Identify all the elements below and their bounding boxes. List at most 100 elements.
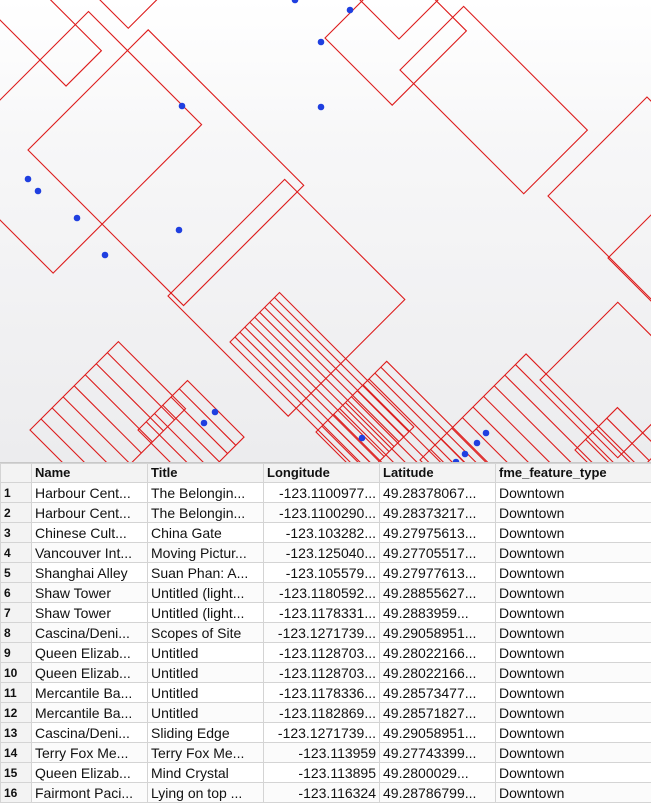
table-row[interactable]: 12Mercantile Ba...Untitled-123.1182869..… bbox=[1, 703, 651, 723]
title-cell[interactable]: Lying on top ... bbox=[148, 783, 264, 803]
column-header-rownum[interactable] bbox=[1, 464, 32, 483]
longitude-cell[interactable]: -123.1178336... bbox=[264, 683, 380, 703]
table-row[interactable]: 13Cascina/Deni...Sliding Edge-123.127173… bbox=[1, 723, 651, 743]
feature-type-cell[interactable]: Downtown bbox=[496, 643, 651, 663]
column-header-fme-feature-type[interactable]: fme_feature_type bbox=[496, 464, 651, 483]
name-cell[interactable]: Queen Elizab... bbox=[32, 643, 148, 663]
feature-type-cell[interactable]: Downtown bbox=[496, 763, 651, 783]
name-cell[interactable]: Vancouver Int... bbox=[32, 543, 148, 563]
latitude-cell[interactable]: 49.27743399... bbox=[380, 743, 496, 763]
row-number[interactable]: 13 bbox=[1, 723, 32, 743]
title-cell[interactable]: Terry Fox Me... bbox=[148, 743, 264, 763]
latitude-cell[interactable]: 49.2883959... bbox=[380, 603, 496, 623]
artwork-point[interactable] bbox=[35, 188, 42, 195]
row-number[interactable]: 2 bbox=[1, 503, 32, 523]
table-row[interactable]: 10Queen Elizab...Untitled-123.1128703...… bbox=[1, 663, 651, 683]
artwork-point[interactable] bbox=[102, 252, 109, 259]
title-cell[interactable]: Untitled bbox=[148, 663, 264, 683]
latitude-cell[interactable]: 49.28373217... bbox=[380, 503, 496, 523]
title-cell[interactable]: Mind Crystal bbox=[148, 763, 264, 783]
row-number[interactable]: 8 bbox=[1, 623, 32, 643]
feature-type-cell[interactable]: Downtown bbox=[496, 623, 651, 643]
title-cell[interactable]: Untitled (light... bbox=[148, 583, 264, 603]
name-cell[interactable]: Chinese Cult... bbox=[32, 523, 148, 543]
longitude-cell[interactable]: -123.103282... bbox=[264, 523, 380, 543]
name-cell[interactable]: Queen Elizab... bbox=[32, 763, 148, 783]
table-row[interactable]: 9Queen Elizab...Untitled-123.1128703...4… bbox=[1, 643, 651, 663]
artwork-point[interactable] bbox=[292, 0, 299, 3]
row-number[interactable]: 12 bbox=[1, 703, 32, 723]
artwork-point[interactable] bbox=[25, 176, 32, 183]
table-row[interactable]: 7Shaw TowerUntitled (light...-123.117833… bbox=[1, 603, 651, 623]
artwork-point[interactable] bbox=[483, 430, 490, 437]
row-number[interactable]: 11 bbox=[1, 683, 32, 703]
latitude-cell[interactable]: 49.28571827... bbox=[380, 703, 496, 723]
table-row[interactable]: 14Terry Fox Me...Terry Fox Me...-123.113… bbox=[1, 743, 651, 763]
latitude-cell[interactable]: 49.28022166... bbox=[380, 643, 496, 663]
title-cell[interactable]: China Gate bbox=[148, 523, 264, 543]
longitude-cell[interactable]: -123.1128703... bbox=[264, 663, 380, 683]
feature-type-cell[interactable]: Downtown bbox=[496, 523, 651, 543]
title-cell[interactable]: The Belongin... bbox=[148, 483, 264, 503]
feature-type-cell[interactable]: Downtown bbox=[496, 483, 651, 503]
title-cell[interactable]: Untitled (light... bbox=[148, 603, 264, 623]
longitude-cell[interactable]: -123.1128703... bbox=[264, 643, 380, 663]
latitude-cell[interactable]: 49.28378067... bbox=[380, 483, 496, 503]
title-cell[interactable]: Untitled bbox=[148, 643, 264, 663]
table-row[interactable]: 11Mercantile Ba...Untitled-123.1178336..… bbox=[1, 683, 651, 703]
latitude-cell[interactable]: 49.28786799... bbox=[380, 783, 496, 803]
artwork-point[interactable] bbox=[176, 227, 183, 234]
name-cell[interactable]: Cascina/Deni... bbox=[32, 723, 148, 743]
artwork-point[interactable] bbox=[201, 420, 208, 427]
latitude-cell[interactable]: 49.28022166... bbox=[380, 663, 496, 683]
name-cell[interactable]: Shanghai Alley bbox=[32, 563, 148, 583]
longitude-cell[interactable]: -123.1182869... bbox=[264, 703, 380, 723]
latitude-cell[interactable]: 49.28855627... bbox=[380, 583, 496, 603]
feature-type-cell[interactable]: Downtown bbox=[496, 683, 651, 703]
name-cell[interactable]: Cascina/Deni... bbox=[32, 623, 148, 643]
feature-type-cell[interactable]: Downtown bbox=[496, 663, 651, 683]
row-number[interactable]: 4 bbox=[1, 543, 32, 563]
artwork-point[interactable] bbox=[318, 104, 325, 111]
longitude-cell[interactable]: -123.1100977... bbox=[264, 483, 380, 503]
artwork-point[interactable] bbox=[462, 451, 469, 458]
longitude-cell[interactable]: -123.1271739... bbox=[264, 723, 380, 743]
longitude-cell[interactable]: -123.1180592... bbox=[264, 583, 380, 603]
row-number[interactable]: 14 bbox=[1, 743, 32, 763]
table-row[interactable]: 4Vancouver Int...Moving Pictur...-123.12… bbox=[1, 543, 651, 563]
title-cell[interactable]: Scopes of Site bbox=[148, 623, 264, 643]
table-row[interactable]: 6Shaw TowerUntitled (light...-123.118059… bbox=[1, 583, 651, 603]
row-number[interactable]: 3 bbox=[1, 523, 32, 543]
artwork-point[interactable] bbox=[212, 409, 219, 416]
title-cell[interactable]: Untitled bbox=[148, 703, 264, 723]
artwork-point[interactable] bbox=[179, 103, 186, 110]
row-number[interactable]: 10 bbox=[1, 663, 32, 683]
table-row[interactable]: 16Fairmont Paci...Lying on top ...-123.1… bbox=[1, 783, 651, 803]
name-cell[interactable]: Harbour Cent... bbox=[32, 503, 148, 523]
longitude-cell[interactable]: -123.116324 bbox=[264, 783, 380, 803]
longitude-cell[interactable]: -123.113959 bbox=[264, 743, 380, 763]
artwork-point[interactable] bbox=[74, 215, 81, 222]
latitude-cell[interactable]: 49.28573477... bbox=[380, 683, 496, 703]
feature-type-cell[interactable]: Downtown bbox=[496, 703, 651, 723]
column-header-latitude[interactable]: Latitude bbox=[380, 464, 496, 483]
longitude-cell[interactable]: -123.113895 bbox=[264, 763, 380, 783]
longitude-cell[interactable]: -123.1100290... bbox=[264, 503, 380, 523]
feature-type-cell[interactable]: Downtown bbox=[496, 503, 651, 523]
title-cell[interactable]: Sliding Edge bbox=[148, 723, 264, 743]
name-cell[interactable]: Shaw Tower bbox=[32, 583, 148, 603]
name-cell[interactable]: Queen Elizab... bbox=[32, 663, 148, 683]
feature-type-cell[interactable]: Downtown bbox=[496, 563, 651, 583]
row-number[interactable]: 7 bbox=[1, 603, 32, 623]
attribute-table[interactable]: Name Title Longitude Latitude fme_featur… bbox=[0, 462, 651, 803]
row-number[interactable]: 15 bbox=[1, 763, 32, 783]
artwork-point[interactable] bbox=[359, 435, 366, 442]
name-cell[interactable]: Fairmont Paci... bbox=[32, 783, 148, 803]
feature-type-cell[interactable]: Downtown bbox=[496, 603, 651, 623]
latitude-cell[interactable]: 49.27975613... bbox=[380, 523, 496, 543]
title-cell[interactable]: Suan Phan: A... bbox=[148, 563, 264, 583]
row-number[interactable]: 16 bbox=[1, 783, 32, 803]
row-number[interactable]: 5 bbox=[1, 563, 32, 583]
table-row[interactable]: 8Cascina/Deni...Scopes of Site-123.12717… bbox=[1, 623, 651, 643]
latitude-cell[interactable]: 49.29058951... bbox=[380, 623, 496, 643]
